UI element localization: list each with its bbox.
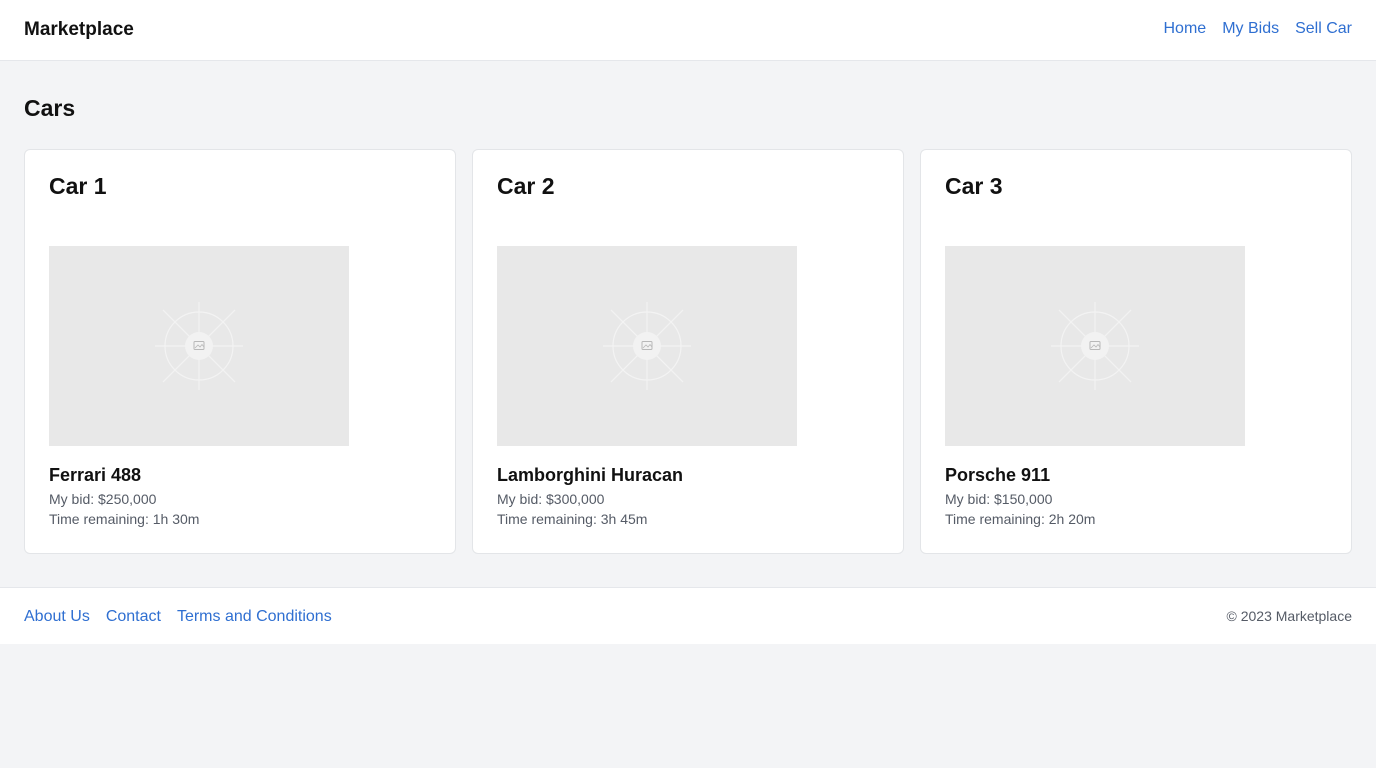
card-title: Car 2 <box>497 173 555 199</box>
car-name: Porsche 911 <box>945 465 1051 485</box>
footer-link-contact[interactable]: Contact <box>106 608 161 626</box>
time-remaining: Time remaining: 1h 30m <box>49 511 200 527</box>
image-placeholder-icon <box>155 302 243 390</box>
my-bid: My bid: $250,000 <box>49 491 157 507</box>
nav-link-sell-car[interactable]: Sell Car <box>1295 20 1352 38</box>
footer-link-terms[interactable]: Terms and Conditions <box>177 608 332 626</box>
footer-nav: About Us Contact Terms and Conditions <box>24 608 332 626</box>
main-nav: Home My Bids Sell Car <box>1164 20 1353 38</box>
my-bid: My bid: $300,000 <box>497 491 605 507</box>
nav-link-my-bids[interactable]: My Bids <box>1222 20 1279 38</box>
brand-title[interactable]: Marketplace <box>24 19 134 41</box>
nav-link-home[interactable]: Home <box>1164 20 1207 38</box>
time-remaining: Time remaining: 2h 20m <box>945 511 1096 527</box>
my-bid: My bid: $150,000 <box>945 491 1053 507</box>
page-footer: About Us Contact Terms and Conditions © … <box>0 587 1376 644</box>
car-name: Lamborghini Huracan <box>497 465 684 485</box>
car-card[interactable]: Car 2 Lamborghini Huracan My bid: $300,0… <box>472 149 904 554</box>
page-title: Cars <box>24 95 76 121</box>
car-image <box>497 246 797 446</box>
card-title: Car 1 <box>49 173 107 199</box>
top-navbar: Marketplace Home My Bids Sell Car <box>0 0 1376 61</box>
image-placeholder-icon <box>603 302 691 390</box>
time-remaining: Time remaining: 3h 45m <box>497 511 648 527</box>
car-card[interactable]: Car 1 Ferrari 488 My bid: $250,000 Time … <box>24 149 456 554</box>
car-image <box>49 246 349 446</box>
copyright-text: © 2023 Marketplace <box>1226 608 1353 624</box>
card-title: Car 3 <box>945 173 1003 199</box>
car-card-list: Car 1 Ferrari 488 My bid: $250,000 Time … <box>24 149 1352 554</box>
car-card[interactable]: Car 3 Porsche 911 My bid: $150,000 Time … <box>920 149 1352 554</box>
footer-link-about-us[interactable]: About Us <box>24 608 90 626</box>
image-placeholder-icon <box>1051 302 1139 390</box>
car-name: Ferrari 488 <box>49 465 142 485</box>
car-image <box>945 246 1245 446</box>
